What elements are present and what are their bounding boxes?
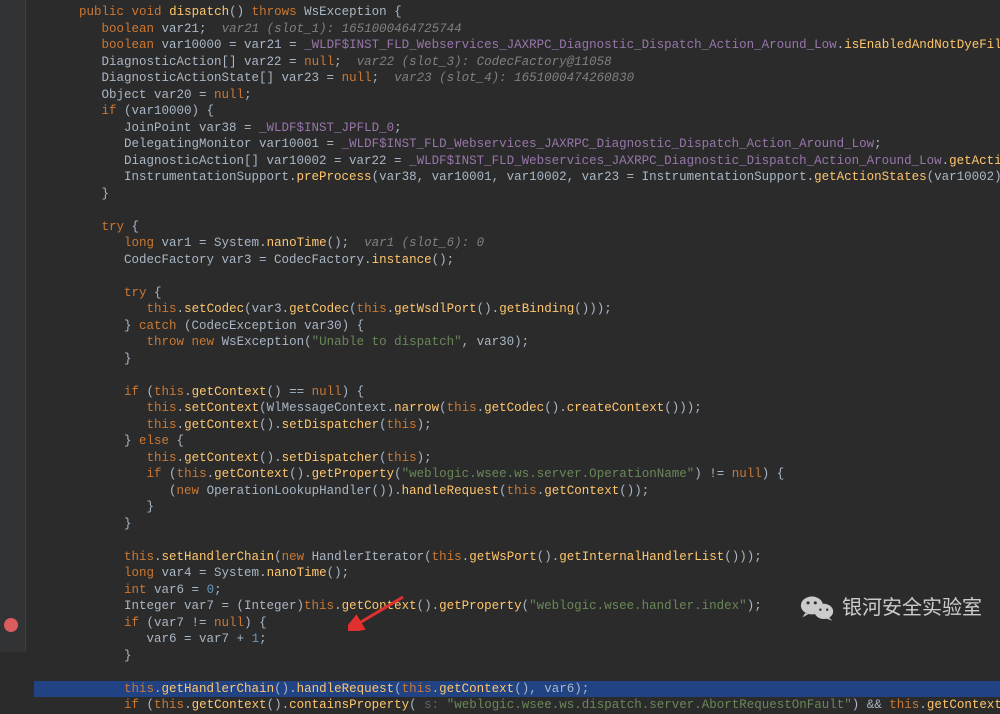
code-line[interactable]: Object var20 = null;: [34, 87, 1000, 104]
code-line[interactable]: if (var10000) {: [34, 103, 1000, 120]
code-line[interactable]: }: [34, 351, 1000, 368]
code-line[interactable]: this.setCodec(var3.getCodec(this.getWsdl…: [34, 301, 1000, 318]
code-line[interactable]: [34, 268, 1000, 285]
code-line[interactable]: }: [34, 186, 1000, 203]
code-line[interactable]: }: [34, 516, 1000, 533]
watermark: 银河安全实验室: [800, 594, 982, 622]
code-line[interactable]: }: [34, 648, 1000, 665]
code-line[interactable]: this.setContext(WlMessageContext.narrow(…: [34, 400, 1000, 417]
wechat-icon: [800, 594, 834, 622]
code-line[interactable]: DiagnosticActionState[] var23 = null; va…: [34, 70, 1000, 87]
code-line[interactable]: this.getContext().setDispatcher(this);: [34, 450, 1000, 467]
code-line[interactable]: this.setHandlerChain(new HandlerIterator…: [34, 549, 1000, 566]
code-line[interactable]: var6 = var7 + 1;: [34, 631, 1000, 648]
code-line[interactable]: try {: [34, 219, 1000, 236]
code-line[interactable]: this.getHandlerChain().handleRequest(thi…: [34, 681, 1000, 698]
code-line[interactable]: this.getContext().setDispatcher(this);: [34, 417, 1000, 434]
code-line[interactable]: public void dispatch() throws WsExceptio…: [34, 4, 1000, 21]
code-line[interactable]: [34, 367, 1000, 384]
code-line[interactable]: InstrumentationSupport.preProcess(var38,…: [34, 169, 1000, 186]
watermark-text: 银河安全实验室: [842, 600, 982, 617]
code-line[interactable]: } catch (CodecException var30) {: [34, 318, 1000, 335]
code-line[interactable]: boolean var10000 = var21 = _WLDF$INST_FL…: [34, 37, 1000, 54]
code-line[interactable]: }: [34, 499, 1000, 516]
code-line[interactable]: } else {: [34, 433, 1000, 450]
code-line[interactable]: long var4 = System.nanoTime();: [34, 565, 1000, 582]
code-line[interactable]: (new OperationLookupHandler()).handleReq…: [34, 483, 1000, 500]
code-line[interactable]: [34, 664, 1000, 681]
code-line[interactable]: DelegatingMonitor var10001 = _WLDF$INST_…: [34, 136, 1000, 153]
code-line[interactable]: if (this.getContext().getProperty("weblo…: [34, 466, 1000, 483]
breakpoint-icon[interactable]: [4, 618, 18, 632]
code-line[interactable]: if (this.getContext().containsProperty( …: [34, 697, 1000, 714]
code-line[interactable]: try {: [34, 285, 1000, 302]
code-line[interactable]: long var1 = System.nanoTime(); var1 (slo…: [34, 235, 1000, 252]
code-line[interactable]: [34, 532, 1000, 549]
code-line[interactable]: throw new WsException("Unable to dispatc…: [34, 334, 1000, 351]
code-line[interactable]: DiagnosticAction[] var22 = null; var22 (…: [34, 54, 1000, 71]
code-line[interactable]: CodecFactory var3 = CodecFactory.instanc…: [34, 252, 1000, 269]
code-line[interactable]: JoinPoint var38 = _WLDF$INST_JPFLD_0;: [34, 120, 1000, 137]
code-line[interactable]: DiagnosticAction[] var10002 = var22 = _W…: [34, 153, 1000, 170]
code-line[interactable]: boolean var21; var21 (slot_1): 165100046…: [34, 21, 1000, 38]
editor-gutter: [0, 0, 26, 652]
code-line[interactable]: [34, 202, 1000, 219]
code-line[interactable]: if (this.getContext() == null) {: [34, 384, 1000, 401]
